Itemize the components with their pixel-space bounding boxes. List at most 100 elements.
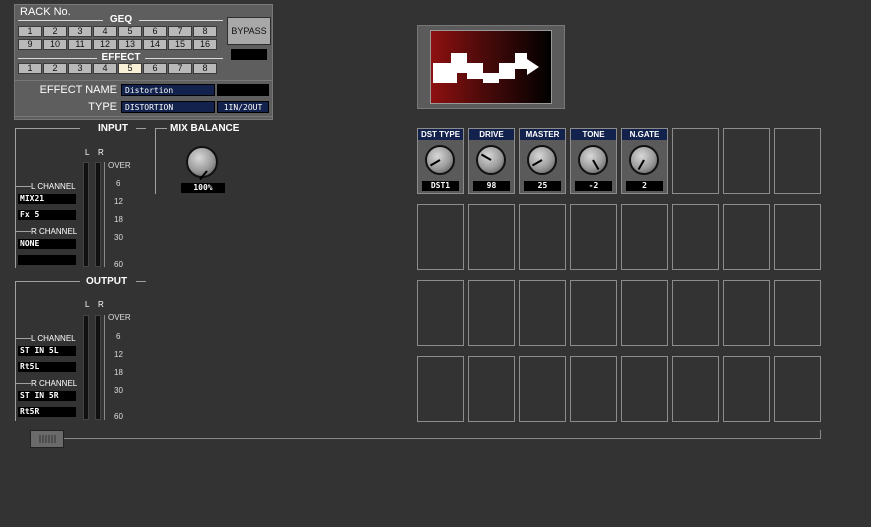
input-l-channel-label: L CHANNEL (31, 182, 76, 191)
input-title: INPUT (98, 123, 128, 134)
geq-button-2[interactable]: 2 (43, 26, 67, 37)
output-r-label: R (98, 300, 104, 309)
param-cell-empty (621, 356, 668, 422)
geq-button-15[interactable]: 15 (168, 39, 192, 50)
geq-button-1[interactable]: 1 (18, 26, 42, 37)
input-lch-tick (15, 186, 31, 187)
effect-button-4[interactable]: 4 (93, 63, 117, 74)
param-knob[interactable] (629, 145, 659, 175)
effect-button-6[interactable]: 6 (143, 63, 167, 74)
effect-button-8[interactable]: 8 (193, 63, 217, 74)
param-name: MASTER (520, 129, 565, 140)
mix-bracket-left (155, 128, 156, 194)
param-cell-empty (621, 280, 668, 346)
param-cell-3: MASTER 25 (519, 128, 566, 194)
geq-label: GEQ (103, 14, 139, 25)
input-bracket-top (15, 128, 80, 129)
param-knob-pointer (531, 159, 543, 167)
input-scale-12: 12 (114, 197, 123, 206)
param-knob[interactable] (578, 145, 608, 175)
geq-button-6[interactable]: 6 (143, 26, 167, 37)
geq-button-14[interactable]: 14 (143, 39, 167, 50)
effect-button-5[interactable]: 5 (118, 63, 142, 74)
geq-button-16[interactable]: 16 (193, 39, 217, 50)
output-meter-r (95, 315, 101, 420)
grip-icon (39, 435, 56, 443)
effect-type-label: TYPE (88, 101, 117, 113)
param-cell-empty (468, 280, 515, 346)
param-knob[interactable] (476, 145, 506, 175)
param-cell-empty (774, 280, 821, 346)
output-l-channel-field-1[interactable]: ST IN 5L (18, 346, 76, 356)
effect-label: EFFECT (97, 52, 145, 63)
input-bracket-left (15, 128, 16, 268)
param-knob-pointer (592, 159, 600, 171)
param-cell-empty (774, 128, 821, 194)
output-r-channel-field-2[interactable]: Rt5R (18, 407, 76, 417)
param-knob-pointer (637, 159, 645, 171)
param-cell-empty (672, 128, 719, 194)
input-scale-over: OVER (108, 161, 131, 170)
input-l-channel-field-2[interactable]: Fx 5 (18, 210, 76, 220)
param-cell-empty (417, 204, 464, 270)
param-cell-empty (621, 204, 668, 270)
param-cell-empty (723, 356, 770, 422)
geq-button-3[interactable]: 3 (68, 26, 92, 37)
input-r-channel-field-2[interactable] (18, 255, 76, 265)
mix-bracket-top (155, 128, 167, 129)
effect-name-field[interactable]: Distortion (121, 84, 215, 96)
param-knob[interactable] (527, 145, 557, 175)
geq-button-12[interactable]: 12 (93, 39, 117, 50)
mix-balance-value: 100% (181, 183, 225, 193)
input-r-channel-field-1[interactable]: NONE (18, 239, 76, 249)
output-l-channel-field-2[interactable]: Rt5L (18, 362, 76, 372)
output-bracket-top (15, 281, 80, 282)
param-cell-2: DRIVE 98 (468, 128, 515, 194)
geq-button-8[interactable]: 8 (193, 26, 217, 37)
effect-button-2[interactable]: 2 (43, 63, 67, 74)
input-scale-18: 18 (114, 215, 123, 224)
effect-button-1[interactable]: 1 (18, 63, 42, 74)
geq-button-9[interactable]: 9 (18, 39, 42, 50)
geq-button-5[interactable]: 5 (118, 26, 142, 37)
param-cell-empty (570, 280, 617, 346)
param-cell-4: TONE -2 (570, 128, 617, 194)
geq-button-11[interactable]: 11 (68, 39, 92, 50)
input-scale-60: 60 (114, 260, 123, 269)
param-value: 98 (473, 181, 510, 191)
mix-balance-knob[interactable] (186, 146, 218, 181)
output-scale-30: 30 (114, 386, 123, 395)
scroll-track-end (820, 430, 821, 439)
param-cell-empty (468, 204, 515, 270)
output-lch-tick (15, 338, 31, 339)
output-l-channel-label: L CHANNEL (31, 334, 76, 343)
effect-button-7[interactable]: 7 (168, 63, 192, 74)
geq-button-13[interactable]: 13 (118, 39, 142, 50)
param-cell-empty (723, 204, 770, 270)
geq-button-7[interactable]: 7 (168, 26, 192, 37)
effect-info-panel: EFFECT NAME Distortion TYPE DISTORTION 1… (14, 80, 273, 117)
param-value: -2 (575, 181, 612, 191)
geq-button-4[interactable]: 4 (93, 26, 117, 37)
input-bracket-top-right (136, 128, 146, 129)
param-cell-empty (519, 356, 566, 422)
param-cell-empty (672, 356, 719, 422)
scroll-track (64, 438, 821, 439)
bypass-indicator (231, 49, 267, 60)
output-r-channel-field-1[interactable]: ST IN 5R (18, 391, 76, 401)
mix-balance-knob-pointer (199, 170, 208, 181)
param-knob[interactable] (425, 145, 455, 175)
param-cell-empty (570, 356, 617, 422)
param-name: N.GATE (622, 129, 667, 140)
input-l-channel-field-1[interactable]: MIX21 (18, 194, 76, 204)
distortion-wave-icon (433, 53, 539, 83)
input-scale-30: 30 (114, 233, 123, 242)
effect-button-3[interactable]: 3 (68, 63, 92, 74)
param-cell-empty (570, 204, 617, 270)
mix-balance-title: MIX BALANCE (170, 123, 240, 134)
scroll-thumb[interactable] (30, 430, 64, 448)
param-cell-empty (417, 356, 464, 422)
output-scale-axis (104, 315, 105, 420)
geq-button-10[interactable]: 10 (43, 39, 67, 50)
bypass-button[interactable]: BYPASS (227, 17, 271, 45)
